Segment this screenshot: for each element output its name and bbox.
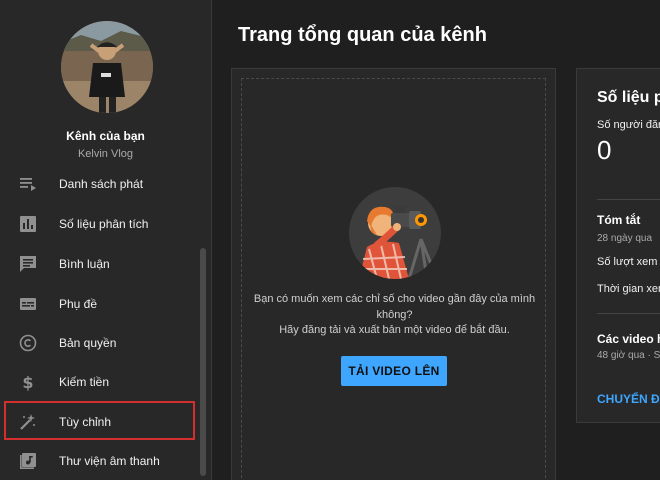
sidebar-item-label: Số liệu phân tích xyxy=(59,217,149,231)
monetization-icon: $ xyxy=(19,373,37,391)
divider xyxy=(597,199,660,200)
sidebar: Kênh của bạn Kelvin Vlog Danh sách phát … xyxy=(0,0,211,480)
recent-videos-title: Các video h xyxy=(597,332,660,346)
sidebar-item-label: Thư viện âm thanh xyxy=(59,454,160,468)
sidebar-item-subtitles[interactable]: Phụ đề xyxy=(0,284,200,324)
channel-avatar[interactable] xyxy=(61,21,153,113)
subscribers-label: Số người đăn xyxy=(597,119,660,131)
sidebar-item-label: Phụ đề xyxy=(59,297,98,311)
sidebar-scrollbar[interactable] xyxy=(200,248,206,476)
audio-library-icon xyxy=(19,452,37,470)
sidebar-item-monetization[interactable]: $ Kiếm tiền xyxy=(0,362,200,402)
sidebar-item-analytics[interactable]: Số liệu phân tích xyxy=(0,204,200,244)
sidebar-divider xyxy=(211,0,212,480)
watch-time-label: Thời gian xem xyxy=(597,283,660,295)
svg-text:$: $ xyxy=(22,373,33,391)
analytics-icon xyxy=(19,215,37,233)
summary-title: Tóm tắt xyxy=(597,213,641,227)
go-to-analytics-link[interactable]: CHUYỂN ĐẾ xyxy=(597,392,660,406)
channel-subtitle: Kelvin Vlog xyxy=(77,148,134,160)
analytics-card-title: Số liệu phâ xyxy=(597,89,660,106)
playlist-icon xyxy=(19,175,37,193)
sidebar-item-label: Bình luận xyxy=(59,257,110,271)
upload-video-button[interactable]: TẢI VIDEO LÊN xyxy=(341,356,447,386)
copyright-icon xyxy=(19,334,37,352)
recent-videos-period: 48 giờ qua · Số xyxy=(597,350,660,361)
divider xyxy=(597,313,660,314)
upload-message: Bạn có muốn xem các chỉ số cho video gần… xyxy=(253,293,536,321)
sidebar-item-copyright[interactable]: Bản quyền xyxy=(0,323,200,363)
sidebar-item-comments[interactable]: Bình luận xyxy=(0,244,200,284)
camera-operator-illustration xyxy=(349,187,441,279)
sidebar-item-audio-library[interactable]: Thư viện âm thanh xyxy=(0,441,200,480)
sidebar-item-label: Kiếm tiền xyxy=(59,375,110,389)
channel-title: Kênh của bạn xyxy=(66,129,145,143)
upload-message-secondary: Hãy đăng tải và xuất bản một video để bắ… xyxy=(279,324,510,336)
comments-icon xyxy=(19,255,37,273)
sidebar-item-label: Danh sách phát xyxy=(59,177,144,191)
summary-period: 28 ngày qua xyxy=(597,233,653,244)
page-title: Trang tổng quan của kênh xyxy=(238,24,487,46)
subscribers-count: 0 xyxy=(597,135,612,165)
sidebar-item-playlists[interactable]: Danh sách phát xyxy=(0,164,200,204)
sidebar-item-label: Bản quyền xyxy=(59,336,117,350)
subtitles-icon xyxy=(19,295,37,313)
channel-analytics-card: Số liệu phâ Số người đăn 0 Tóm tắt 28 ng… xyxy=(576,68,660,423)
upload-card: Bạn có muốn xem các chỉ số cho video gần… xyxy=(231,68,556,480)
views-label: Số lượt xem xyxy=(597,256,658,268)
highlight-box xyxy=(4,401,195,440)
